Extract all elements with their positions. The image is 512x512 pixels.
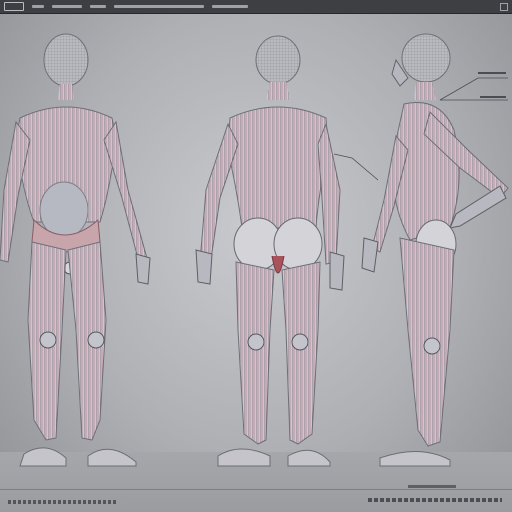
front-view-figure — [0, 33, 151, 467]
side-view-figure — [361, 33, 509, 467]
anatomy-viewport — [0, 33, 509, 467]
annotation-text-marks — [478, 72, 506, 98]
back-view-figure — [195, 35, 345, 467]
